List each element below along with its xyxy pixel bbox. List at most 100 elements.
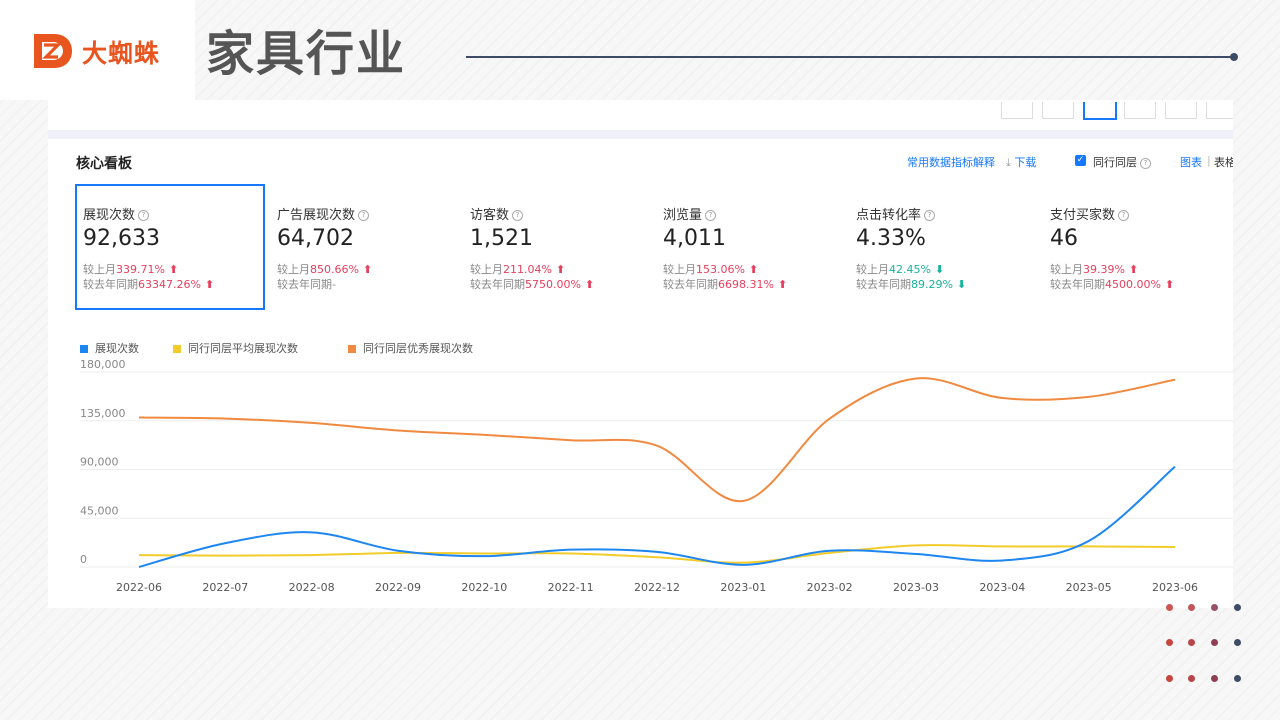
title-divider-dot xyxy=(1230,53,1238,61)
metric-yoy-value: 63347.26% xyxy=(138,278,201,291)
series-line-impressions xyxy=(138,465,1176,568)
help-icon[interactable]: ? xyxy=(924,210,936,221)
x-tick-label: 2022-11 xyxy=(548,581,594,594)
arrow-down-icon: ⬇ xyxy=(934,263,945,276)
metric-value: 1,521 xyxy=(470,226,533,251)
metric-mom: 较上月153.06% ⬆ xyxy=(663,261,758,277)
table-toggle[interactable]: 表格 xyxy=(1214,154,1233,170)
peer-label-text: 同行同层 xyxy=(1093,156,1137,169)
period-button[interactable] xyxy=(1042,102,1074,119)
y-tick-label: 135,000 xyxy=(80,407,126,420)
metric-card[interactable]: 浏览量? 4,011 较上月153.06% ⬆ 较去年同期6698.31% ⬆ xyxy=(655,184,845,310)
metric-mom-value: 339.71% xyxy=(116,263,165,276)
legend-label: 展现次数 xyxy=(95,342,139,355)
legend-item-impressions[interactable]: 展现次数 xyxy=(80,340,139,356)
toggle-divider: | xyxy=(1207,154,1211,167)
metric-label: 展现次数? xyxy=(83,204,150,223)
decorative-dot xyxy=(1234,675,1241,682)
metric-label: 点击转化率? xyxy=(856,204,936,223)
metric-yoy-label: 较去年同期 xyxy=(83,278,138,291)
metric-label-text: 访客数 xyxy=(470,208,510,223)
peer-label: 同行同层? xyxy=(1093,154,1151,170)
metric-mom-label: 较上月 xyxy=(663,263,696,276)
metric-mom: 较上月850.66% ⬆ xyxy=(277,261,372,277)
metric-yoy-label: 较去年同期 xyxy=(470,278,525,291)
decorative-dot xyxy=(1166,604,1173,611)
metric-card[interactable]: 访客数? 1,521 较上月211.04% ⬆ 较去年同期5750.00% ⬆ xyxy=(462,184,652,310)
metric-value: 64,702 xyxy=(277,226,354,251)
metric-card[interactable]: 点击转化率? 4.33% 较上月42.45% ⬇ 较去年同期89.29% ⬇ xyxy=(848,184,1038,310)
series-line-peer-excellent xyxy=(138,377,1176,502)
period-button[interactable] xyxy=(1001,102,1033,119)
download-link[interactable]: ⤓ 下载 xyxy=(1006,154,1036,170)
metric-yoy: 较去年同期4500.00% ⬆ xyxy=(1050,276,1174,292)
y-tick-label: 45,000 xyxy=(80,504,119,517)
x-tick-label: 2022-12 xyxy=(634,581,680,594)
section-title: 核心看板 xyxy=(76,156,132,172)
arrow-up-icon: ⬆ xyxy=(584,278,595,291)
decorative-dot xyxy=(1188,604,1195,611)
legend-label: 同行同层优秀展现次数 xyxy=(363,342,473,355)
metric-yoy-label: 较去年同期 xyxy=(856,278,911,291)
help-icon[interactable]: ? xyxy=(1118,210,1130,221)
decorative-dot xyxy=(1211,639,1218,646)
dashboard-panel: 核心看板 常用数据指标解释 ⤓ 下载 ✓ 同行同层? 图表 | 表格 展现次数?… xyxy=(48,100,1233,608)
title-divider xyxy=(466,56,1234,58)
metric-yoy-label: 较去年同期 xyxy=(277,278,332,291)
metric-mom-value: 850.66% xyxy=(310,263,359,276)
arrow-up-icon: ⬆ xyxy=(777,278,788,291)
metric-label: 广告展现次数? xyxy=(277,204,370,223)
help-icon[interactable]: ? xyxy=(705,210,717,221)
metric-card[interactable]: 展现次数? 92,633 较上月339.71% ⬆ 较去年同期63347.26% ⬆ xyxy=(75,184,265,310)
help-icon[interactable]: ? xyxy=(358,210,370,221)
period-button-active[interactable] xyxy=(1083,102,1117,120)
help-icon[interactable]: ? xyxy=(1140,157,1151,169)
x-tick-label: 2022-09 xyxy=(375,581,421,594)
y-tick-label: 0 xyxy=(80,553,87,566)
metric-mom: 较上月211.04% ⬆ xyxy=(470,261,565,277)
line-chart: 180,000 135,000 90,000 45,000 0 2022-06 2022-0… xyxy=(80,358,1233,594)
metric-mom-label: 较上月 xyxy=(1050,263,1083,276)
period-button[interactable] xyxy=(1124,102,1156,119)
metric-mom: 较上月39.39% ⬆ xyxy=(1050,261,1138,277)
metric-mom-value: 153.06% xyxy=(696,263,745,276)
peer-checkbox[interactable]: ✓ xyxy=(1075,155,1086,166)
legend-swatch xyxy=(348,345,356,353)
arrow-up-icon: ⬆ xyxy=(362,263,373,276)
metric-yoy-label: 较去年同期 xyxy=(1050,278,1105,291)
metric-yoy-value: 89.29% xyxy=(911,278,953,291)
metric-value: 4.33% xyxy=(856,226,926,251)
help-icon[interactable]: ? xyxy=(138,210,150,221)
arrow-up-icon: ⬆ xyxy=(204,278,215,291)
metric-label: 浏览量? xyxy=(663,204,717,223)
legend-item-peer-average[interactable]: 同行同层平均展现次数 xyxy=(173,340,298,356)
metric-card[interactable]: 广告展现次数? 64,702 较上月850.66% ⬆ 较去年同期- xyxy=(269,184,459,310)
top-toolbar-strip xyxy=(48,100,1233,130)
x-tick-label: 2022-07 xyxy=(202,581,248,594)
x-tick-label: 2023-03 xyxy=(893,581,939,594)
decorative-dot xyxy=(1234,639,1241,646)
metric-mom-label: 较上月 xyxy=(277,263,310,276)
help-icon[interactable]: ? xyxy=(512,210,524,221)
legend-item-peer-excellent[interactable]: 同行同层优秀展现次数 xyxy=(348,340,473,356)
decorative-dot xyxy=(1188,675,1195,682)
x-tick-label: 2022-06 xyxy=(116,581,162,594)
common-metrics-link[interactable]: 常用数据指标解释 xyxy=(907,154,995,170)
x-tick-label: 2023-01 xyxy=(720,581,766,594)
metric-label-text: 浏览量 xyxy=(663,208,703,223)
metric-value: 92,633 xyxy=(83,226,160,251)
legend-swatch xyxy=(173,345,181,353)
period-button[interactable] xyxy=(1165,102,1197,119)
metric-label-text: 支付买家数 xyxy=(1050,208,1116,223)
chart-toggle[interactable]: 图表 xyxy=(1180,154,1202,170)
metric-mom-label: 较上月 xyxy=(856,263,889,276)
metric-value: 46 xyxy=(1050,226,1078,251)
metric-card[interactable]: 支付买家数? 46 较上月39.39% ⬆ 较去年同期4500.00% ⬆ xyxy=(1042,184,1232,310)
x-tick-label: 2023-02 xyxy=(807,581,853,594)
logo-area: 大蜘蛛 xyxy=(0,0,195,100)
arrow-up-icon: ⬆ xyxy=(1164,278,1175,291)
arrow-down-icon: ⬇ xyxy=(956,278,967,291)
y-tick-label: 180,000 xyxy=(80,358,126,371)
decorative-dot xyxy=(1166,675,1173,682)
period-button[interactable] xyxy=(1206,102,1233,119)
